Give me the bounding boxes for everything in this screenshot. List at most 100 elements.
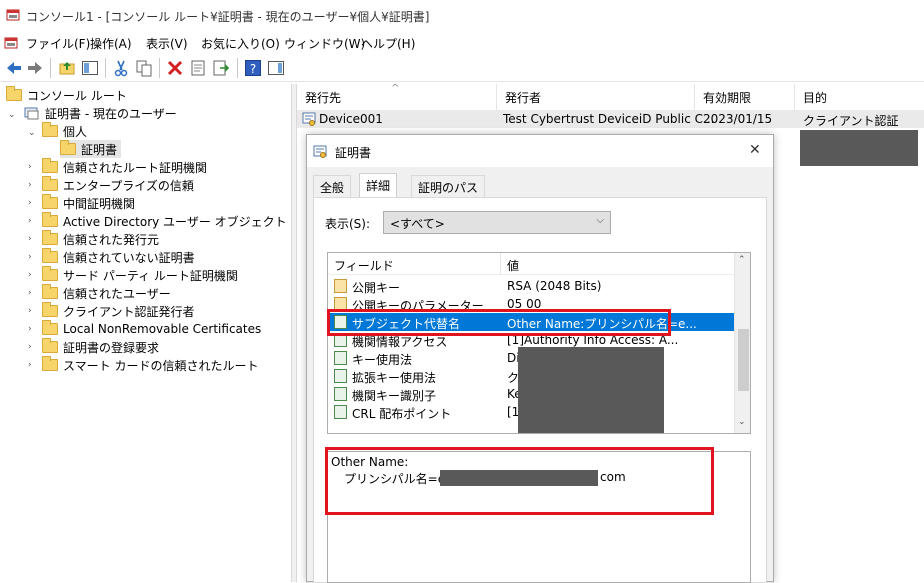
- cell-purpose: クライアント認証: [803, 114, 899, 128]
- forward-arrow-icon[interactable]: [26, 59, 44, 77]
- chevron-down-icon[interactable]: ⌄: [8, 110, 16, 120]
- field-row[interactable]: 公開キー RSA (2048 Bits): [328, 277, 734, 295]
- scroll-down-icon[interactable]: ⌄: [738, 417, 746, 427]
- tree-item-console-root[interactable]: コンソール ルート: [6, 86, 127, 104]
- tree-item-store[interactable]: 信頼されたルート証明機関: [42, 158, 207, 176]
- folder-icon: [42, 176, 58, 191]
- window-title: コンソール1 - [コンソール ルート¥証明書 - 現在のユーザー¥個人¥証明書…: [26, 10, 430, 24]
- menu-bar: ファイル(F) 操作(A) 表示(V) お気に入り(O) ウィンドウ(W) ヘル…: [0, 32, 924, 54]
- menu-favorites[interactable]: お気に入り(O): [201, 35, 280, 52]
- field-name: CRL 配布ポイント: [352, 407, 452, 421]
- cut-icon[interactable]: [112, 59, 130, 77]
- menu-window[interactable]: ウィンドウ(W): [284, 35, 365, 52]
- chevron-right-icon[interactable]: ›: [28, 234, 32, 244]
- chevron-right-icon[interactable]: ›: [28, 288, 32, 298]
- tab-label: 全般: [320, 181, 345, 195]
- chevron-down-icon: ⌵: [596, 215, 604, 226]
- chevron-right-icon[interactable]: ›: [28, 216, 32, 226]
- tree-item-store[interactable]: 信頼されていない証明書: [42, 248, 195, 266]
- tree-item-store[interactable]: エンタープライズの信頼: [42, 176, 194, 194]
- column-header-field[interactable]: フィールド: [334, 257, 394, 274]
- field-value: RSA (2048 Bits): [507, 279, 602, 293]
- tree-item-current-user-store[interactable]: 証明書 - 現在のユーザー: [24, 104, 177, 122]
- show-label: 表示(S):: [325, 217, 371, 231]
- close-button[interactable]: ✕: [749, 142, 761, 158]
- tab-details[interactable]: 詳細: [359, 173, 398, 198]
- chevron-right-icon[interactable]: ›: [28, 252, 32, 262]
- properties-icon[interactable]: [189, 59, 207, 77]
- table-row[interactable]: Device001 Test Cybertrust DeviceiD Publi…: [297, 110, 924, 128]
- show-hide-tree-icon[interactable]: [81, 59, 99, 77]
- console-tree: コンソール ルート ⌄ 証明書 - 現在のユーザー ⌄ 個人 証明書 › 信頼さ…: [0, 84, 290, 582]
- chevron-right-icon[interactable]: ›: [28, 342, 32, 352]
- help-icon[interactable]: ?: [244, 59, 262, 77]
- delete-icon[interactable]: [166, 59, 184, 77]
- tree-item-store[interactable]: 信頼された発行元: [42, 230, 159, 248]
- tree-item-store[interactable]: 中間証明機関: [42, 194, 135, 212]
- tree-item-personal[interactable]: 個人: [42, 122, 87, 140]
- tree-item-label: 信頼されたルート証明機関: [63, 160, 208, 175]
- toolbar-separator: [50, 58, 51, 78]
- sort-ascending-icon: ^: [391, 83, 400, 94]
- folder-icon: [42, 284, 58, 299]
- tab-label: 詳細: [366, 179, 391, 193]
- column-header-issued-by[interactable]: 発行者: [497, 84, 695, 110]
- tree-item-label: スマート カードの信頼されたルート: [63, 358, 259, 373]
- column-header-expiration[interactable]: 有効期限: [695, 84, 795, 110]
- scrollbar-thumb[interactable]: [738, 329, 749, 391]
- tree-item-store[interactable]: 信頼されたユーザー: [42, 284, 171, 302]
- tree-item-label: コンソール ルート: [27, 88, 127, 103]
- tree-item-label: サード パーティ ルート証明機関: [63, 268, 238, 283]
- tree-item-store[interactable]: サード パーティ ルート証明機関: [42, 266, 238, 284]
- folder-icon: [42, 320, 58, 335]
- mmc-menu-icon[interactable]: [4, 36, 18, 50]
- column-header-label: 発行者: [505, 91, 542, 105]
- show-dropdown[interactable]: <すべて> ⌵: [383, 211, 611, 234]
- tab-certification-path[interactable]: 証明のパス: [411, 175, 486, 197]
- chevron-down-icon[interactable]: ⌄: [28, 128, 36, 138]
- copy-icon[interactable]: [135, 59, 153, 77]
- chevron-right-icon[interactable]: ›: [28, 306, 32, 316]
- tab-general[interactable]: 全般: [313, 175, 352, 197]
- tree-item-label: クライアント認証発行者: [63, 304, 195, 319]
- export-list-icon[interactable]: [212, 59, 230, 77]
- tree-item-store[interactable]: 証明書の登録要求: [42, 338, 159, 356]
- folder-icon: [42, 356, 58, 371]
- show-dropdown-value: <すべて>: [390, 217, 445, 231]
- svg-text:?: ?: [250, 62, 256, 76]
- tree-item-store[interactable]: スマート カードの信頼されたルート: [42, 356, 258, 374]
- column-header-label: 発行先: [305, 91, 342, 105]
- extension-icon: [334, 369, 347, 383]
- back-arrow-icon[interactable]: [5, 59, 23, 77]
- tree-item-label: 信頼された発行元: [63, 232, 160, 247]
- tree-item-store[interactable]: クライアント認証発行者: [42, 302, 195, 320]
- column-header-value[interactable]: 値: [507, 257, 519, 274]
- tree-item-label: 信頼されたユーザー: [63, 286, 171, 301]
- column-header-purpose[interactable]: 目的: [795, 84, 924, 110]
- folder-icon: [60, 140, 76, 155]
- certificate-icon: [313, 145, 327, 158]
- chevron-right-icon[interactable]: ›: [28, 270, 32, 280]
- scroll-up-icon[interactable]: ⌃: [738, 255, 746, 265]
- chevron-right-icon[interactable]: ›: [28, 360, 32, 370]
- vertical-scrollbar[interactable]: ⌃ ⌄: [734, 253, 750, 433]
- tree-item-certificates-selected[interactable]: 証明書: [60, 140, 122, 158]
- tree-item-store[interactable]: Local NonRemovable Certificates: [42, 320, 261, 338]
- extension-icon: [334, 387, 347, 401]
- cell-issued-to: Device001: [319, 112, 383, 126]
- show-hide-action-pane-icon[interactable]: [267, 59, 285, 77]
- highlight-box: [325, 447, 714, 515]
- menu-action[interactable]: 操作(A): [90, 35, 132, 52]
- menu-file[interactable]: ファイル(F): [26, 35, 90, 52]
- menu-view[interactable]: 表示(V): [146, 35, 188, 52]
- chevron-right-icon[interactable]: ›: [28, 162, 32, 172]
- up-folder-icon[interactable]: [58, 59, 76, 77]
- tree-item-store[interactable]: Active Directory ユーザー オブジェクト: [42, 212, 287, 230]
- tab-label: 証明のパス: [418, 181, 479, 195]
- chevron-right-icon[interactable]: ›: [28, 324, 32, 334]
- chevron-right-icon[interactable]: ›: [28, 198, 32, 208]
- menu-help[interactable]: ヘルプ(H): [361, 35, 415, 52]
- chevron-right-icon[interactable]: ›: [28, 180, 32, 190]
- toolbar-separator: [237, 58, 238, 78]
- folder-icon: [42, 122, 58, 137]
